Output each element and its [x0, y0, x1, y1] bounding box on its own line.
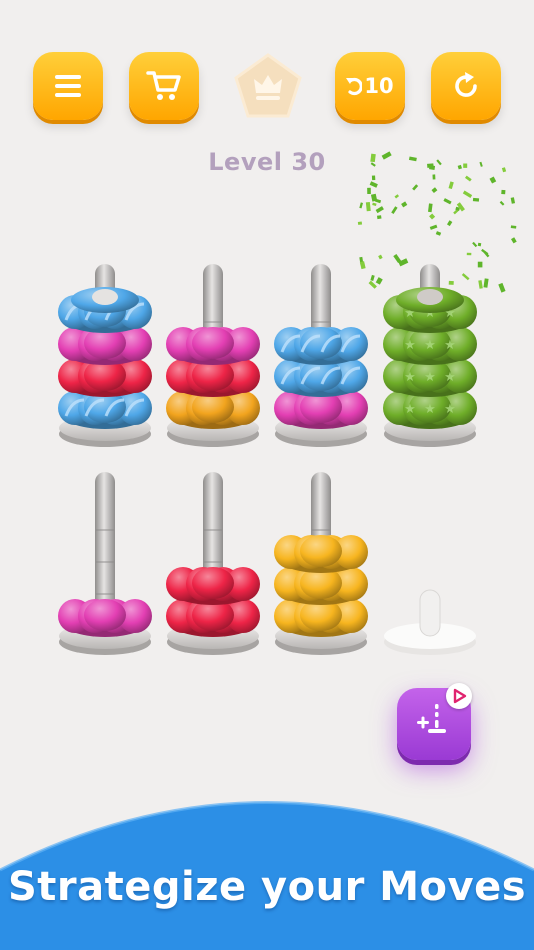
bottom-banner — [0, 801, 534, 950]
tagline-text: Strategize your Moves — [7, 864, 527, 910]
